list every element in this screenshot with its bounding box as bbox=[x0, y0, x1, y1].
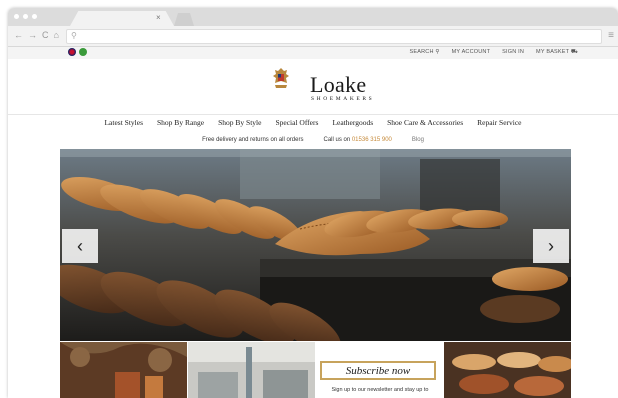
royal-crest-icon[interactable] bbox=[271, 67, 291, 89]
nav-special-offers[interactable]: Special Offers bbox=[275, 118, 318, 127]
uk-flag-icon[interactable] bbox=[68, 48, 76, 56]
search-link-label: SEARCH bbox=[409, 49, 434, 55]
main-navigation: Latest Styles Shop By Range Shop By Styl… bbox=[8, 114, 618, 131]
address-bar: ← → C ⌂ ⚲ ≡ bbox=[8, 26, 618, 47]
brand-subtitle: SHOEMAKERS bbox=[311, 96, 375, 102]
nav-shoe-care[interactable]: Shoe Care & Accessories bbox=[387, 118, 463, 127]
new-tab-button[interactable] bbox=[174, 13, 194, 26]
carousel-prev-button[interactable]: ‹ bbox=[62, 229, 98, 263]
globe-icon[interactable] bbox=[79, 48, 87, 56]
subscribe-description: Sign up to our newsletter and stay up to bbox=[331, 387, 429, 393]
nav-leathergoods[interactable]: Leathergoods bbox=[332, 118, 373, 127]
promo-tile-1[interactable] bbox=[60, 342, 187, 398]
reload-icon[interactable]: C bbox=[42, 30, 49, 40]
nav-shop-by-style[interactable]: Shop By Style bbox=[218, 118, 261, 127]
close-window-dot[interactable] bbox=[14, 14, 19, 19]
window-controls bbox=[14, 14, 37, 19]
my-basket-link[interactable]: MY BASKET ⛟ bbox=[536, 49, 578, 56]
subscribe-button[interactable]: Subscribe now bbox=[320, 361, 436, 380]
subscribe-tile: Subscribe now Sign up to our newsletter … bbox=[316, 342, 443, 398]
hero-carousel[interactable]: ‹ › bbox=[60, 149, 571, 341]
region-selector[interactable] bbox=[68, 48, 87, 56]
chevron-left-icon: ‹ bbox=[77, 235, 83, 256]
promo-tiles: Subscribe now Sign up to our newsletter … bbox=[60, 342, 571, 398]
minimize-window-dot[interactable] bbox=[23, 14, 28, 19]
url-search-icon: ⚲ bbox=[71, 31, 77, 40]
info-bar: Free delivery and returns on all orders … bbox=[8, 132, 618, 148]
nav-latest-styles[interactable]: Latest Styles bbox=[104, 118, 143, 127]
browser-window: × ← → C ⌂ ⚲ ≡ SEARCH ⚲ MY ACCOUNT SIGN I… bbox=[8, 8, 618, 398]
nav-shop-by-range[interactable]: Shop By Range bbox=[157, 118, 204, 127]
chevron-right-icon: › bbox=[548, 235, 554, 256]
search-icon: ⚲ bbox=[435, 49, 440, 55]
promo-tile-1-image bbox=[60, 342, 187, 398]
blog-link[interactable]: Blog bbox=[412, 137, 424, 143]
my-account-link[interactable]: MY ACCOUNT bbox=[452, 49, 491, 56]
hero-image-shoe-factory bbox=[60, 149, 571, 341]
search-link[interactable]: SEARCH ⚲ bbox=[410, 49, 440, 56]
call-us-label: Call us on bbox=[323, 137, 351, 143]
call-us-text: Call us on 01536 315 900 bbox=[323, 137, 391, 143]
promo-tile-4[interactable] bbox=[444, 342, 571, 398]
cart-icon: ⛟ bbox=[570, 49, 578, 55]
back-icon[interactable]: ← bbox=[14, 30, 23, 40]
nav-repair-service[interactable]: Repair Service bbox=[477, 118, 521, 127]
sign-in-link[interactable]: SIGN IN bbox=[502, 49, 524, 56]
account-links: SEARCH ⚲ MY ACCOUNT SIGN IN MY BASKET ⛟ bbox=[410, 49, 579, 56]
browser-tab-bar: × bbox=[8, 8, 618, 26]
maximize-window-dot[interactable] bbox=[32, 14, 37, 19]
tab-close-icon[interactable]: × bbox=[156, 13, 161, 22]
url-input[interactable]: ⚲ bbox=[66, 29, 602, 44]
home-icon[interactable]: ⌂ bbox=[54, 30, 59, 40]
carousel-next-button[interactable]: › bbox=[533, 229, 569, 263]
forward-icon[interactable]: → bbox=[28, 30, 37, 40]
header-logo-area: Loake SHOEMAKERS bbox=[8, 59, 618, 115]
promo-tile-2-image bbox=[188, 342, 315, 398]
phone-number-link[interactable]: 01536 315 900 bbox=[352, 137, 392, 143]
my-basket-label: MY BASKET bbox=[536, 49, 570, 55]
free-delivery-text: Free delivery and returns on all orders bbox=[202, 137, 304, 143]
browser-nav-icons: ← → C ⌂ bbox=[14, 30, 59, 40]
promo-tile-2[interactable] bbox=[188, 342, 315, 398]
promo-tile-4-image bbox=[444, 342, 571, 398]
site-top-strip: SEARCH ⚲ MY ACCOUNT SIGN IN MY BASKET ⛟ bbox=[8, 47, 618, 59]
browser-menu-icon[interactable]: ≡ bbox=[608, 30, 614, 41]
brand-logo[interactable]: Loake bbox=[310, 72, 366, 98]
